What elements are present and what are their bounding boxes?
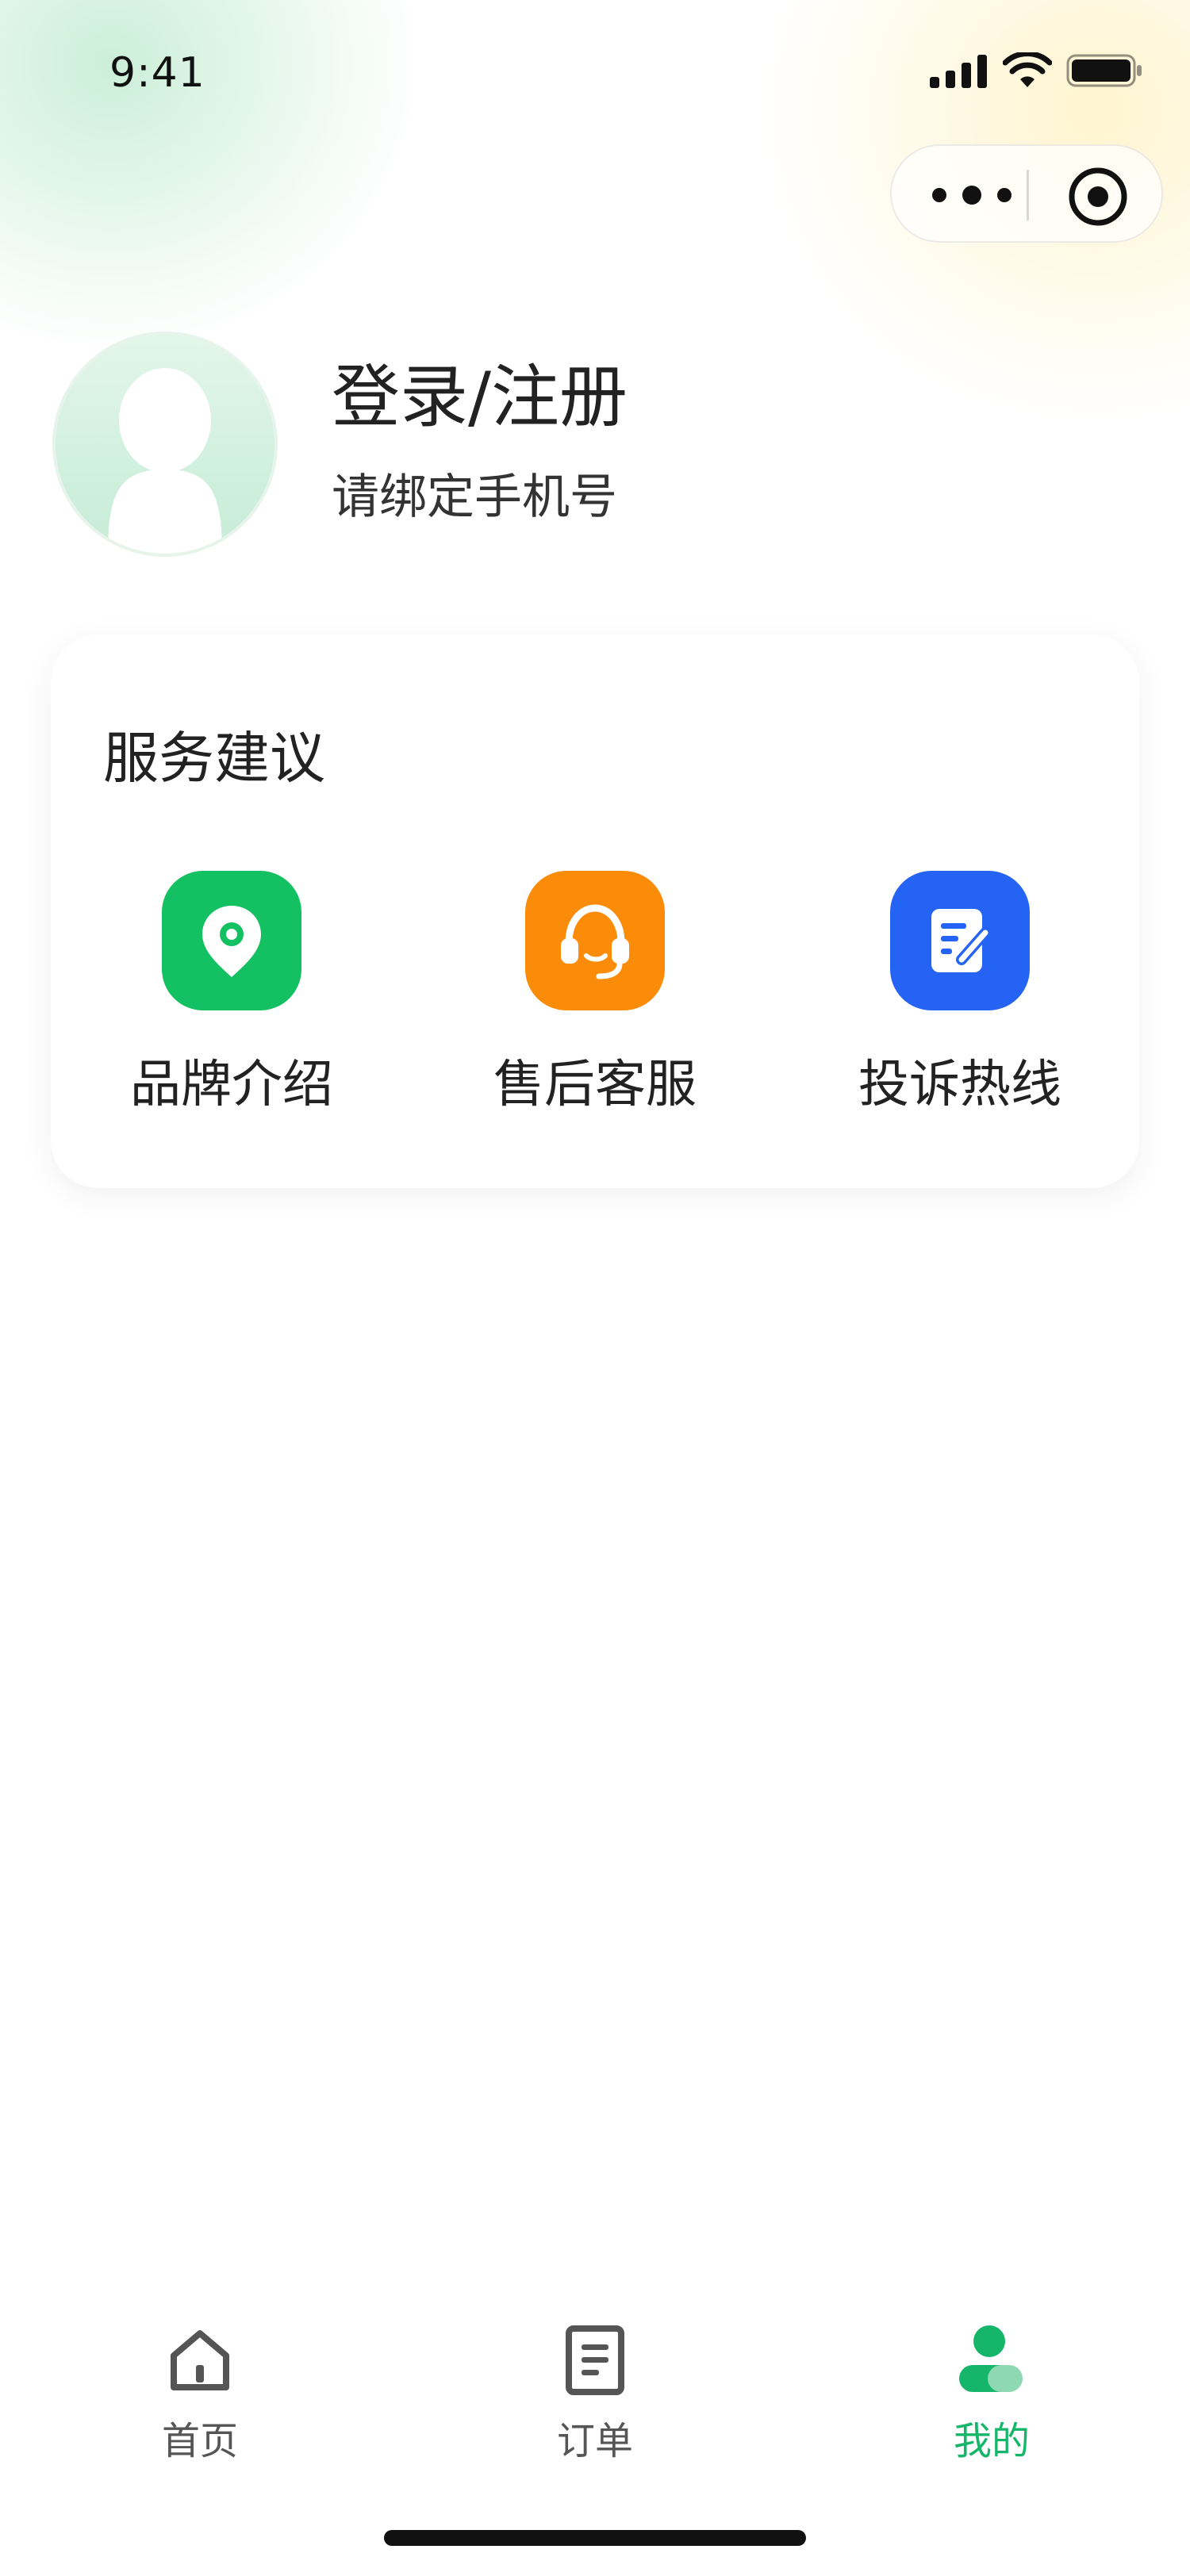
user-icon (959, 2325, 1023, 2392)
service-label: 售后客服 (493, 1056, 697, 1114)
tab-label: 我的 (953, 2419, 1030, 2463)
miniprogram-capsule (890, 144, 1163, 243)
tab-label: 订单 (556, 2419, 633, 2463)
signal-icon (930, 55, 987, 88)
tab-label: 首页 (161, 2419, 238, 2463)
location-pin-icon (162, 871, 301, 1010)
bind-phone-prompt[interactable]: 请绑定手机号 (332, 458, 617, 527)
service-label: 品牌介绍 (130, 1056, 333, 1114)
edit-document-icon (890, 871, 1030, 1010)
more-dots-icon[interactable] (928, 178, 1015, 213)
battery-icon (1066, 54, 1142, 87)
home-icon (171, 2330, 229, 2390)
tab-orders[interactable]: 订单 (476, 2324, 714, 2465)
service-after-sales[interactable]: 售后客服 (452, 871, 738, 1117)
headset-icon (525, 871, 665, 1010)
home-indicator (384, 2530, 806, 2546)
services-title: 服务建议 (103, 726, 325, 791)
tab-home[interactable]: 首页 (81, 2324, 319, 2465)
order-document-icon (566, 2325, 624, 2395)
service-label: 投诉热线 (858, 1056, 1061, 1114)
tab-me[interactable]: 我的 (873, 2324, 1111, 2465)
service-complaint-hotline[interactable]: 投诉热线 (817, 871, 1103, 1117)
login-register-link[interactable]: 登录/注册 (332, 341, 628, 440)
close-target-icon[interactable] (1066, 165, 1130, 228)
capsule-divider (1027, 170, 1029, 220)
status-icons (930, 52, 1144, 89)
status-time: 9:41 (109, 49, 205, 97)
avatar[interactable] (52, 332, 278, 557)
person-silhouette-icon (108, 368, 222, 554)
wifi-icon (1003, 52, 1052, 87)
service-brand-intro[interactable]: 品牌介绍 (89, 871, 374, 1117)
